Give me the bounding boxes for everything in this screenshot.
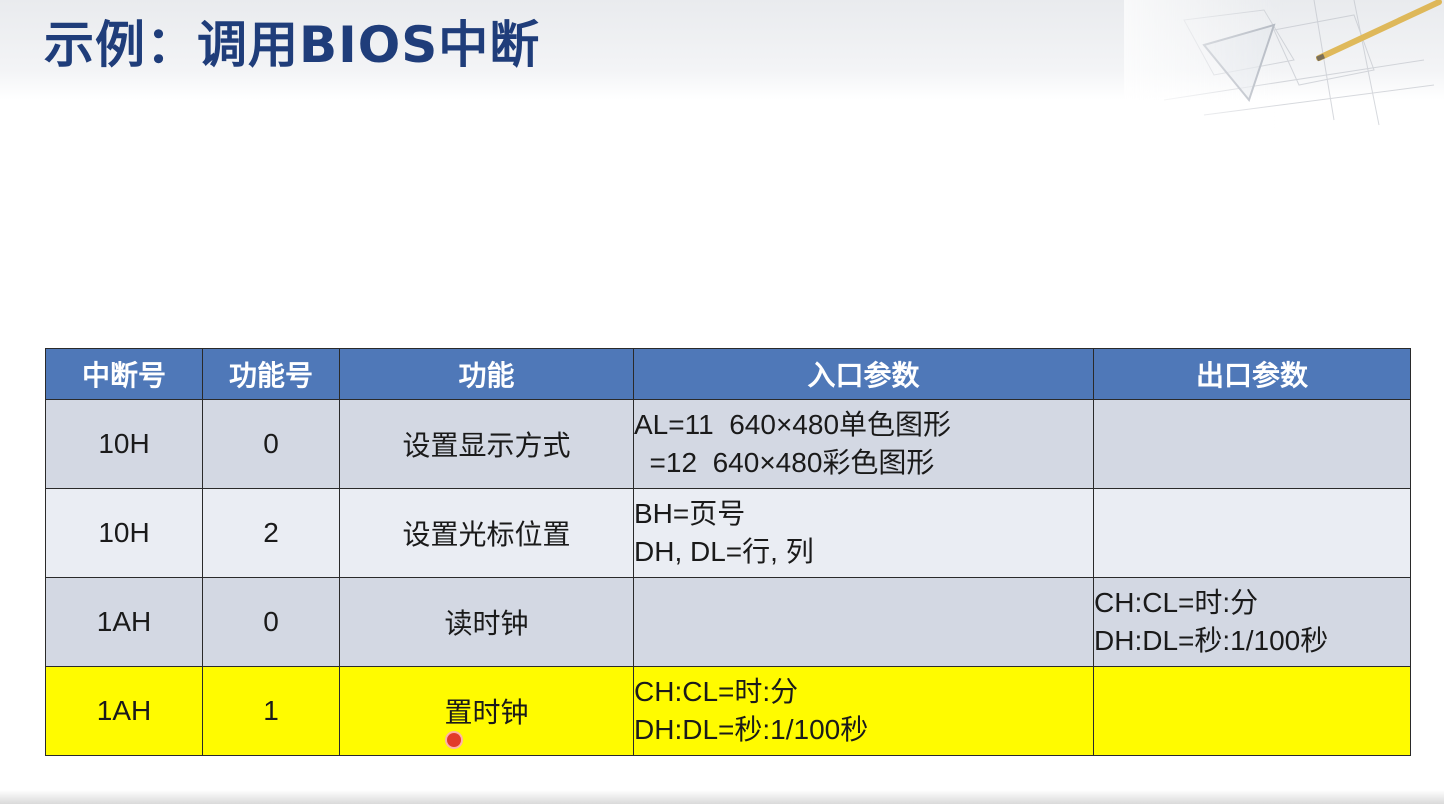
table-row-highlighted: 1AH 1 置时钟 CH:CL=时:分 DH:DL=秒:1/100秒 xyxy=(45,666,1411,756)
cell-function-no: 1 xyxy=(202,666,340,756)
header-interrupt-no: 中断号 xyxy=(45,348,203,400)
cell-interrupt: 1AH xyxy=(45,577,203,667)
cell-entry-params: BH=页号 DH, DL=行, 列 xyxy=(633,488,1094,578)
table-row: 10H 2 设置光标位置 BH=页号 DH, DL=行, 列 xyxy=(45,488,1411,578)
cell-exit-params xyxy=(1093,399,1411,489)
cell-function-no: 0 xyxy=(202,577,340,667)
entry-param-line: AL=11 640×480单色图形 xyxy=(634,409,952,440)
entry-param-line: =12 640×480彩色图形 xyxy=(634,447,935,478)
header-exit-params: 出口参数 xyxy=(1093,348,1411,400)
table-row: 10H 0 设置显示方式 AL=11 640×480单色图形 =12 640×4… xyxy=(45,399,1411,489)
cell-function: 读时钟 xyxy=(339,577,634,667)
entry-param-line: DH:DL=秒:1/100秒 xyxy=(634,714,869,745)
entry-param-line: BH=页号 xyxy=(634,498,746,529)
cell-function: 设置显示方式 xyxy=(339,399,634,489)
entry-param-line: CH:CL=时:分 xyxy=(634,676,799,707)
cell-interrupt: 10H xyxy=(45,488,203,578)
cell-entry-params: AL=11 640×480单色图形 =12 640×480彩色图形 xyxy=(633,399,1094,489)
video-player-bar xyxy=(0,790,1444,804)
cell-function: 置时钟 xyxy=(339,666,634,756)
cell-function-no: 0 xyxy=(202,399,340,489)
bios-interrupt-table: 中断号 功能号 功能 入口参数 出口参数 10H 0 设置显示方式 AL=11 … xyxy=(45,348,1411,756)
cell-function-no: 2 xyxy=(202,488,340,578)
slide: 示例：调用BIOS中断 中断号 功能号 功能 入口参数 出口参数 10H 0 设… xyxy=(0,0,1444,804)
cell-exit-params: CH:CL=时:分 DH:DL=秒:1/100秒 xyxy=(1093,577,1411,667)
drafting-tools-decoration xyxy=(1124,0,1444,130)
cell-interrupt: 1AH xyxy=(45,666,203,756)
entry-param-line: DH, DL=行, 列 xyxy=(634,536,814,567)
cell-exit-params xyxy=(1093,488,1411,578)
exit-param-line: CH:CL=时:分 xyxy=(1094,587,1259,618)
cell-interrupt: 10H xyxy=(45,399,203,489)
cell-entry-params: CH:CL=时:分 DH:DL=秒:1/100秒 xyxy=(633,666,1094,756)
table-header-row: 中断号 功能号 功能 入口参数 出口参数 xyxy=(45,348,1411,400)
cell-exit-params xyxy=(1093,666,1411,756)
table-row: 1AH 0 读时钟 CH:CL=时:分 DH:DL=秒:1/100秒 xyxy=(45,577,1411,667)
header-function-no: 功能号 xyxy=(202,348,340,400)
cell-entry-params xyxy=(633,577,1094,667)
mouse-cursor-icon xyxy=(447,733,461,747)
header-function: 功能 xyxy=(339,348,634,400)
slide-title: 示例：调用BIOS中断 xyxy=(44,16,541,74)
exit-param-line: DH:DL=秒:1/100秒 xyxy=(1094,625,1329,656)
header-entry-params: 入口参数 xyxy=(633,348,1094,400)
cell-function: 设置光标位置 xyxy=(339,488,634,578)
